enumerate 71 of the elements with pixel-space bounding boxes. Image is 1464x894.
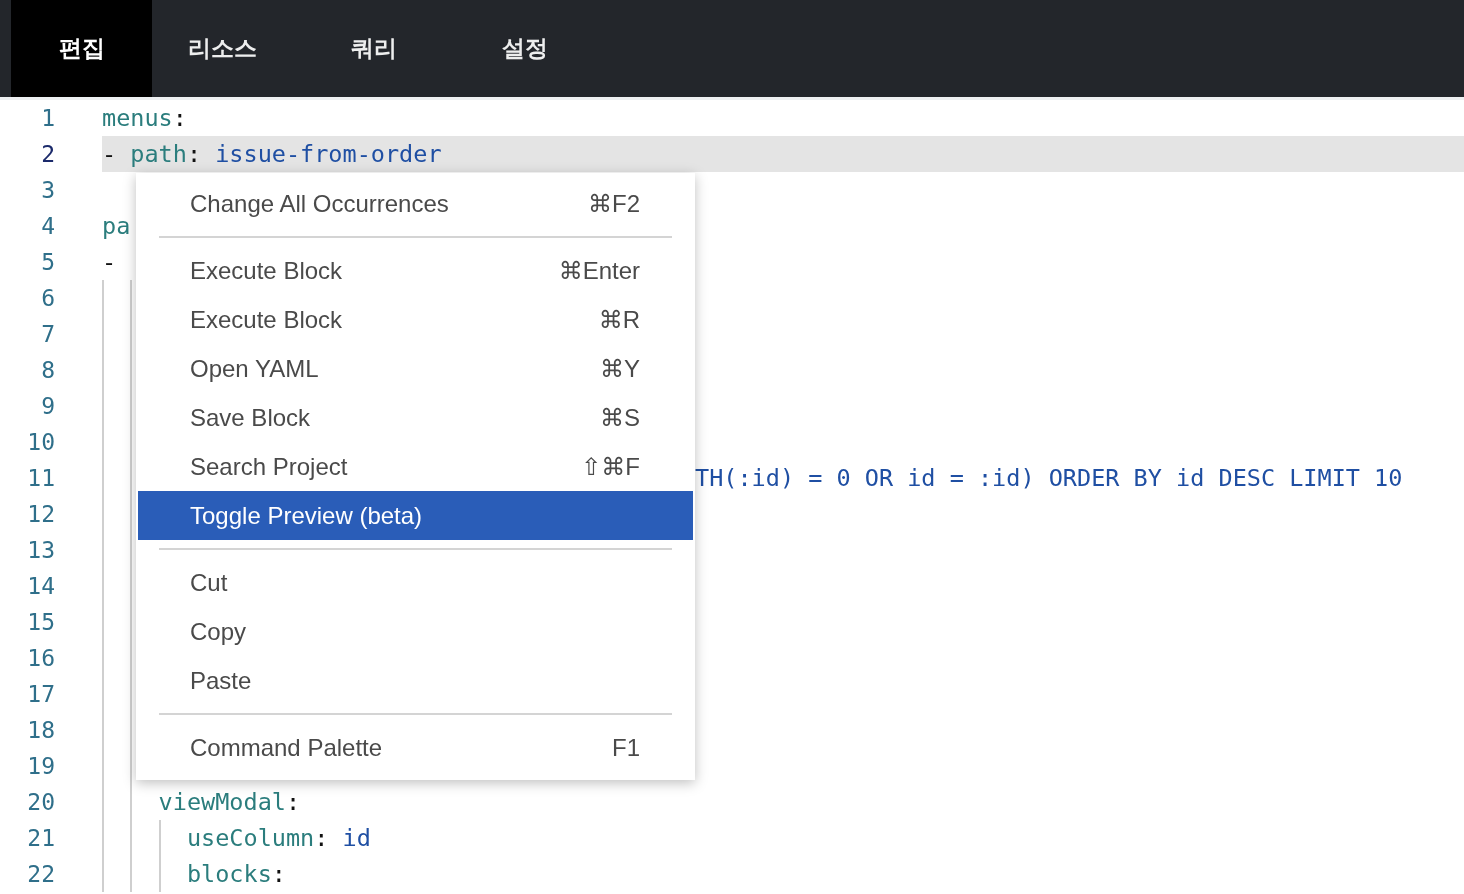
line-number: 2 bbox=[41, 141, 56, 167]
line-number: 22 bbox=[27, 861, 56, 887]
line-number: 18 bbox=[27, 717, 56, 743]
menu-item-label: Toggle Preview (beta) bbox=[190, 501, 423, 530]
menu-item-label: Command Palette bbox=[190, 733, 383, 762]
menu-item[interactable]: Copy bbox=[138, 607, 693, 656]
yaml-punctuation: : bbox=[271, 860, 286, 888]
line-number: 4 bbox=[41, 213, 56, 239]
line-number: 7 bbox=[41, 321, 56, 347]
line-number: 8 bbox=[41, 357, 56, 383]
line-number: 3 bbox=[41, 177, 56, 203]
menu-item[interactable]: Search Project ⇧⌘F bbox=[138, 442, 693, 491]
menu-item[interactable]: Cut bbox=[138, 558, 693, 607]
line-number: 16 bbox=[27, 645, 56, 671]
menu-item[interactable]: Toggle Preview (beta) bbox=[138, 491, 693, 540]
yaml-key: menus bbox=[102, 104, 173, 132]
line-number: 15 bbox=[27, 609, 56, 635]
nav-tab[interactable]: 쿼리 bbox=[303, 0, 444, 97]
menu-item-label: Search Project bbox=[190, 452, 348, 481]
shortcut-hint: ⌘F2 bbox=[588, 189, 640, 218]
line-number: 21 bbox=[27, 825, 56, 851]
code-text: TH(:id) = 0 OR id = :id) ORDER BY id DESC LIMIT 10 bbox=[695, 464, 1403, 492]
menu-item[interactable]: Paste bbox=[138, 656, 693, 705]
yaml-punctuation: : bbox=[172, 104, 187, 132]
shortcut-hint: ⌘Y bbox=[600, 354, 640, 383]
line-number: 10 bbox=[27, 429, 56, 455]
line-number: 9 bbox=[41, 393, 56, 419]
yaml-punctuation: : bbox=[314, 824, 330, 852]
yaml-punctuation: : bbox=[186, 140, 203, 168]
line-number: 5 bbox=[41, 249, 56, 275]
menu-item-label: Open YAML bbox=[190, 354, 319, 383]
nav-tab[interactable]: 편집 bbox=[11, 0, 152, 97]
yaml-punctuation: - bbox=[102, 140, 118, 168]
line-number: 1 bbox=[41, 105, 56, 131]
menu-item[interactable]: Execute Block ⌘R bbox=[138, 295, 693, 344]
line-number: 17 bbox=[27, 681, 56, 707]
line-number: 11 bbox=[27, 465, 56, 491]
menu-item[interactable]: Execute Block ⌘Enter bbox=[138, 246, 693, 295]
line-number: 13 bbox=[27, 537, 56, 563]
yaml-key: useColumn bbox=[102, 824, 315, 852]
menu-item[interactable]: Change All Occurrences ⌘F2 bbox=[138, 179, 693, 228]
shortcut-hint: ⌘Enter bbox=[558, 256, 640, 285]
menu-item-label: Copy bbox=[190, 617, 247, 646]
shortcut-hint: F1 bbox=[612, 733, 640, 762]
yaml-punctuation: - bbox=[102, 248, 117, 276]
yaml-value: issue-from-order bbox=[215, 140, 442, 168]
line-number: 19 bbox=[27, 753, 56, 779]
yaml-key: path bbox=[130, 140, 187, 168]
menu-item-label: Save Block bbox=[190, 403, 311, 432]
yaml-punctuation: : bbox=[285, 788, 301, 816]
menu-item-label: Execute Block bbox=[190, 305, 343, 334]
line-number: 12 bbox=[27, 501, 56, 527]
menu-item-label: Execute Block bbox=[190, 256, 343, 285]
line-number: 6 bbox=[41, 285, 56, 311]
nav-tab[interactable]: 설정 bbox=[454, 0, 595, 97]
shortcut-hint: ⇧⌘F bbox=[581, 452, 640, 481]
menu-item-label: Paste bbox=[190, 666, 252, 695]
menu-item-label: Cut bbox=[190, 568, 228, 597]
nav-tab[interactable]: 리소스 bbox=[152, 0, 293, 97]
menu-item[interactable]: Open YAML ⌘Y bbox=[138, 344, 693, 393]
shortcut-hint: ⌘R bbox=[598, 305, 640, 334]
yaml-key: blocks bbox=[102, 860, 272, 888]
yaml-key: pa bbox=[102, 212, 131, 240]
menu-item-label: Change All Occurrences bbox=[190, 189, 449, 218]
line-number: 20 bbox=[27, 789, 56, 815]
yaml-value: id bbox=[342, 824, 371, 852]
line-number: 14 bbox=[27, 573, 56, 599]
menu-item[interactable]: Command Palette F1 bbox=[138, 723, 693, 772]
yaml-key: viewModal bbox=[102, 788, 286, 816]
menu-item[interactable]: Save Block ⌘S bbox=[138, 393, 693, 442]
shortcut-hint: ⌘S bbox=[600, 403, 640, 432]
